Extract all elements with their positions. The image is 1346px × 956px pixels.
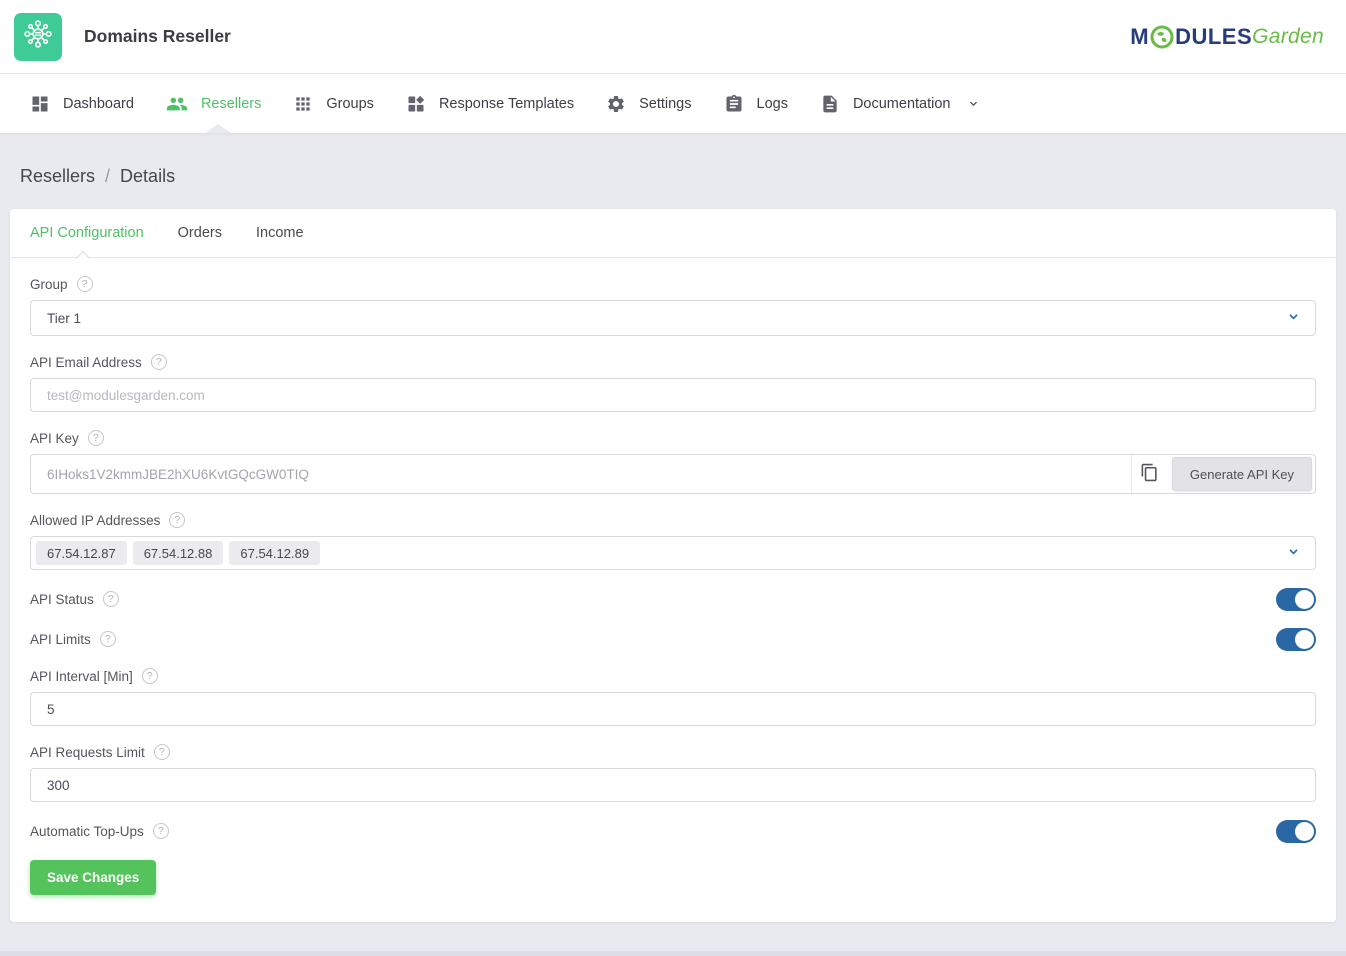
api-status-label: API Status	[30, 591, 119, 607]
people-icon	[166, 93, 188, 115]
nav-item-response-templates[interactable]: Response Templates	[390, 74, 590, 133]
allowed-ips-field[interactable]: 67.54.12.87 67.54.12.88 67.54.12.89	[30, 536, 1316, 570]
generate-api-key-button[interactable]: Generate API Key	[1172, 457, 1312, 491]
breadcrumb-current: Details	[120, 166, 175, 187]
chevron-down-icon	[1286, 309, 1301, 327]
nav-item-label: Resellers	[201, 96, 261, 112]
brand-text-m: M	[1130, 24, 1149, 50]
copy-button[interactable]	[1131, 455, 1168, 493]
api-key-group: Generate API Key	[30, 454, 1316, 494]
allowed-ips-label: Allowed IP Addresses	[30, 512, 1316, 528]
app-logo	[14, 13, 62, 61]
group-select-value: Tier 1	[47, 311, 81, 326]
automatic-topups-label-text: Automatic Top-Ups	[30, 824, 144, 839]
tab-orders[interactable]: Orders	[161, 225, 239, 241]
api-interval-field-wrap	[30, 692, 1316, 726]
card-tabs: API Configuration Orders Income	[10, 209, 1336, 258]
nav-item-label: Dashboard	[63, 96, 134, 112]
brand-text-dules: DULES	[1175, 24, 1252, 50]
allowed-ips-label-text: Allowed IP Addresses	[30, 513, 160, 528]
group-label-text: Group	[30, 277, 68, 292]
nav-item-label: Logs	[757, 96, 788, 112]
app-header: Domains Reseller M DULES Garden	[0, 0, 1346, 74]
dashboard-icon	[30, 94, 50, 114]
chevron-down-icon	[967, 97, 980, 110]
help-icon[interactable]	[153, 823, 169, 839]
chevron-down-icon	[1286, 544, 1301, 562]
api-limits-label-text: API Limits	[30, 632, 91, 647]
details-card: API Configuration Orders Income Group Ti…	[10, 209, 1336, 922]
active-nav-caret	[205, 124, 231, 133]
main-nav: Dashboard Resellers Groups Response Temp…	[0, 74, 1346, 134]
api-status-label-text: API Status	[30, 592, 94, 607]
group-label: Group	[30, 276, 1316, 292]
page-title: Domains Reseller	[84, 26, 231, 47]
api-key-field[interactable]	[31, 455, 1131, 493]
tiles-icon	[406, 94, 426, 114]
nav-item-logs[interactable]: Logs	[708, 74, 804, 133]
page-bottom-edge	[0, 951, 1346, 956]
automatic-topups-row: Automatic Top-Ups	[30, 818, 1316, 844]
nav-item-label: Settings	[639, 96, 691, 112]
api-requests-limit-label-text: API Requests Limit	[30, 745, 145, 760]
api-email-field[interactable]	[31, 379, 1315, 411]
tab-api-configuration[interactable]: API Configuration	[30, 225, 161, 241]
help-icon[interactable]	[77, 276, 93, 292]
api-status-row: API Status	[30, 586, 1316, 612]
gear-icon	[606, 94, 626, 114]
breadcrumb-separator: /	[105, 166, 110, 187]
help-icon[interactable]	[142, 668, 158, 684]
ip-chip[interactable]: 67.54.12.87	[36, 541, 127, 565]
automatic-topups-label: Automatic Top-Ups	[30, 823, 169, 839]
ip-chip-list: 67.54.12.87 67.54.12.88 67.54.12.89	[36, 541, 320, 565]
save-changes-button[interactable]: Save Changes	[30, 860, 156, 895]
api-email-field-wrap	[30, 378, 1316, 412]
active-tab-notch	[76, 251, 90, 265]
api-limits-toggle[interactable]	[1276, 628, 1316, 651]
api-email-label: API Email Address	[30, 354, 1316, 370]
api-requests-limit-field[interactable]	[31, 769, 1315, 801]
help-icon[interactable]	[103, 591, 119, 607]
automatic-topups-toggle[interactable]	[1276, 820, 1316, 843]
nav-item-groups[interactable]: Groups	[277, 74, 390, 133]
api-requests-limit-field-wrap	[30, 768, 1316, 802]
nav-item-label: Documentation	[853, 96, 951, 112]
clipboard-icon	[724, 94, 744, 114]
api-interval-label-text: API Interval [Min]	[30, 669, 133, 684]
api-key-label: API Key	[30, 430, 1316, 446]
nav-item-label: Groups	[326, 96, 374, 112]
api-limits-label: API Limits	[30, 631, 116, 647]
breadcrumb: Resellers / Details	[0, 134, 1346, 187]
help-icon[interactable]	[169, 512, 185, 528]
api-interval-label: API Interval [Min]	[30, 668, 1316, 684]
ip-chip[interactable]: 67.54.12.89	[229, 541, 320, 565]
network-hub-icon	[22, 18, 54, 55]
nav-item-label: Response Templates	[439, 96, 574, 112]
api-key-label-text: API Key	[30, 431, 79, 446]
tab-income[interactable]: Income	[239, 225, 321, 241]
copy-icon	[1140, 463, 1159, 485]
api-status-toggle[interactable]	[1276, 588, 1316, 611]
nav-item-documentation[interactable]: Documentation	[804, 74, 997, 133]
api-requests-limit-label: API Requests Limit	[30, 744, 1316, 760]
globe-icon	[1150, 25, 1174, 49]
help-icon[interactable]	[88, 430, 104, 446]
group-select[interactable]: Tier 1	[30, 300, 1316, 336]
api-limits-row: API Limits	[30, 626, 1316, 652]
help-icon[interactable]	[100, 631, 116, 647]
document-icon	[820, 94, 840, 114]
breadcrumb-parent[interactable]: Resellers	[20, 166, 95, 187]
brand-text-garden: Garden	[1252, 25, 1324, 49]
nav-item-dashboard[interactable]: Dashboard	[14, 74, 150, 133]
help-icon[interactable]	[154, 744, 170, 760]
ip-chip[interactable]: 67.54.12.88	[133, 541, 224, 565]
nav-item-settings[interactable]: Settings	[590, 74, 707, 133]
api-configuration-form: Group Tier 1 API Email Address API Key	[10, 276, 1336, 895]
apps-grid-icon	[293, 94, 313, 114]
api-email-label-text: API Email Address	[30, 355, 142, 370]
api-interval-field[interactable]	[31, 693, 1315, 725]
help-icon[interactable]	[151, 354, 167, 370]
modulesgarden-logo: M DULES Garden	[1130, 24, 1332, 50]
